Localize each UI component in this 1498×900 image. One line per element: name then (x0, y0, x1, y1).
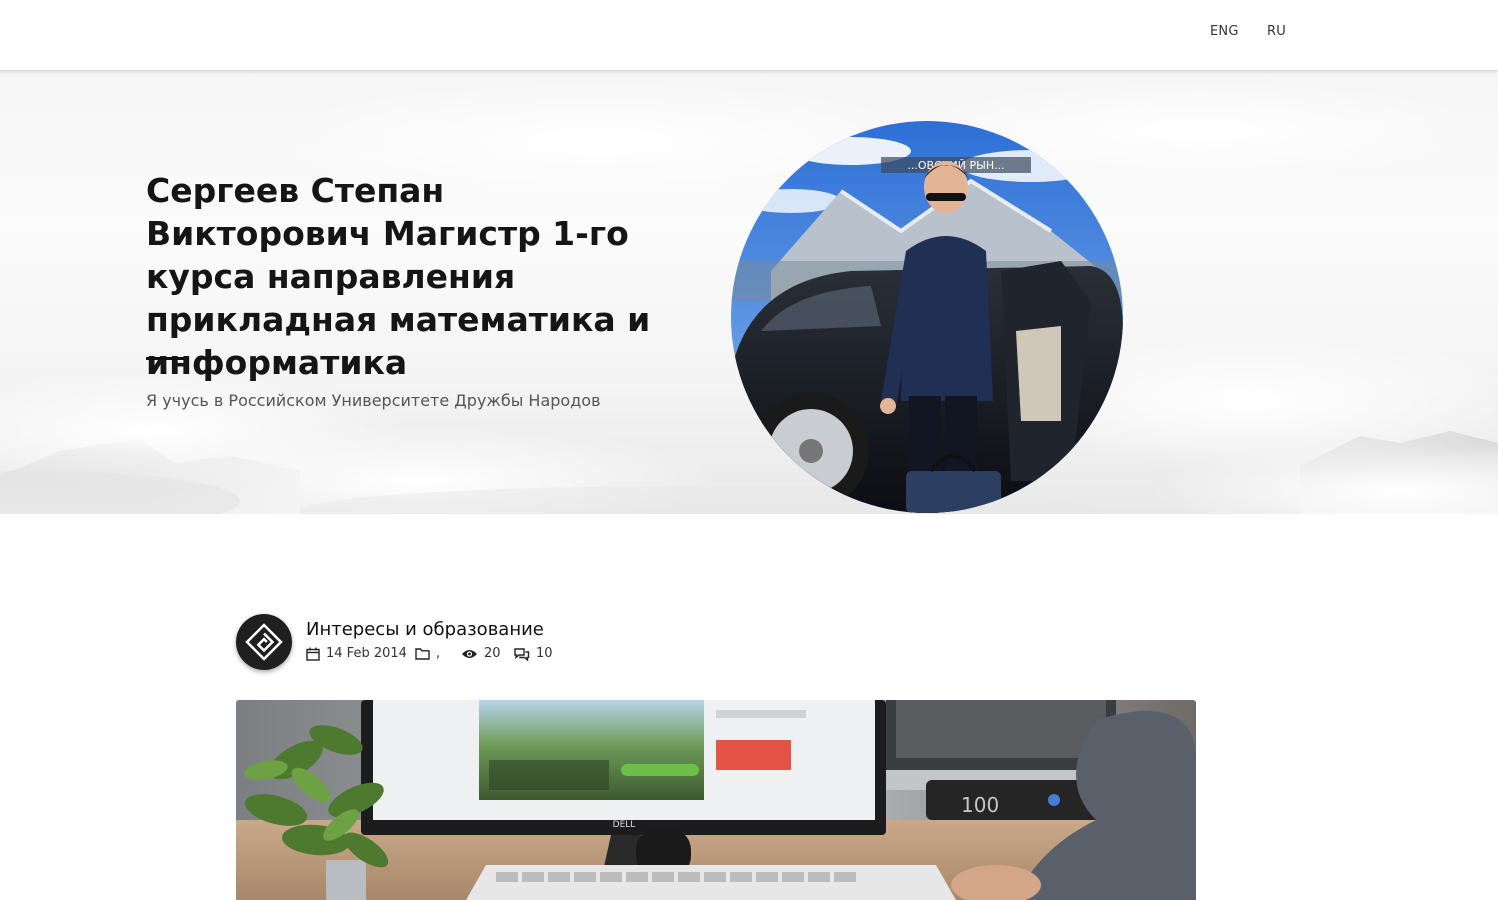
desk-workspace-image: DELL 100 (236, 700, 1196, 900)
language-eng-link[interactable]: ENG (1210, 24, 1239, 39)
post-category: , (415, 646, 440, 661)
monitor-brand-text: DELL (613, 820, 636, 830)
language-ru-link[interactable]: RU (1267, 24, 1286, 39)
post-title[interactable]: Интересы и образование (306, 619, 544, 640)
top-navbar: ENG RU (0, 0, 1498, 71)
eye-icon (462, 649, 477, 658)
post-date: 14 Feb 2014 (306, 646, 407, 661)
title-divider (146, 357, 186, 360)
post-category-text[interactable]: , (436, 646, 440, 661)
post-views-count: 20 (484, 646, 501, 661)
post-comments-count: 10 (536, 646, 553, 661)
post-author-logo[interactable] (236, 614, 292, 670)
hero-title: Сергеев Степан Викторович Магистр 1-го к… (146, 171, 651, 382)
folder-icon (415, 648, 430, 660)
post-featured-image[interactable]: DELL 100 (236, 700, 1196, 900)
post-date-text: 14 Feb 2014 (326, 646, 407, 661)
svg-text:100: 100 (961, 793, 999, 817)
logo-icon (245, 623, 283, 661)
post-comments: 10 (513, 646, 553, 661)
calendar-icon (306, 647, 320, 661)
profile-photo: ...ОВСКИЙ РЫН... (731, 121, 1123, 513)
comments-icon (514, 647, 530, 661)
post-views: 20 (461, 646, 501, 661)
hero-subtitle: Я учусь в Российском Университете Дружбы… (146, 391, 601, 410)
hero-section: Сергеев Степан Викторович Магистр 1-го к… (0, 71, 1498, 514)
